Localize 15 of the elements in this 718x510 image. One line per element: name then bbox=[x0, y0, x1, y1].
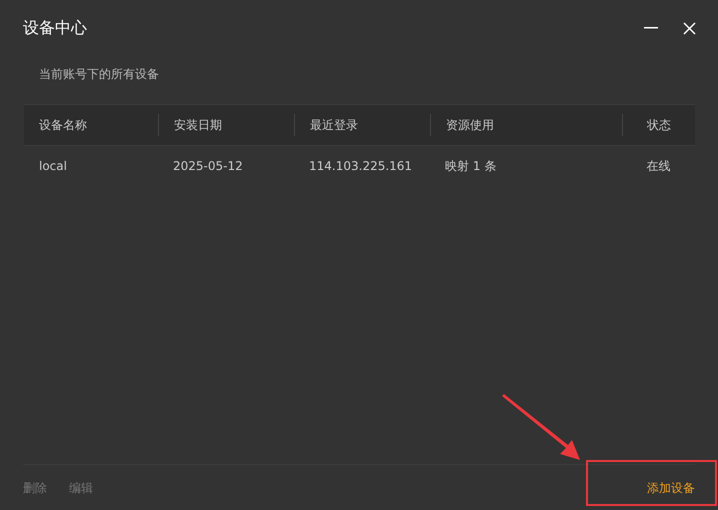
column-header: 状态 bbox=[622, 114, 695, 136]
window-title: 设备中心 bbox=[23, 18, 88, 38]
column-header: 资源使用 bbox=[430, 114, 622, 136]
table-cell-text: local bbox=[38, 159, 68, 173]
table-cell-text: 在线 bbox=[646, 158, 672, 174]
table-cell-text: 映射 1 条 bbox=[444, 158, 498, 174]
subtitle-text: 当前账号下的所有设备 bbox=[38, 66, 160, 83]
close-icon bbox=[682, 22, 696, 34]
column-header: 最近登录 bbox=[294, 114, 430, 136]
column-header: 设备名称 bbox=[38, 117, 88, 134]
table-cell-text: 2025-05-12 bbox=[172, 159, 244, 173]
table-cell-text: 114.103.225.161 bbox=[308, 159, 414, 173]
add-device-button[interactable]: 添加设备 bbox=[647, 480, 695, 496]
column-header: 安装日期 bbox=[158, 114, 294, 136]
minimize-icon bbox=[644, 27, 658, 29]
